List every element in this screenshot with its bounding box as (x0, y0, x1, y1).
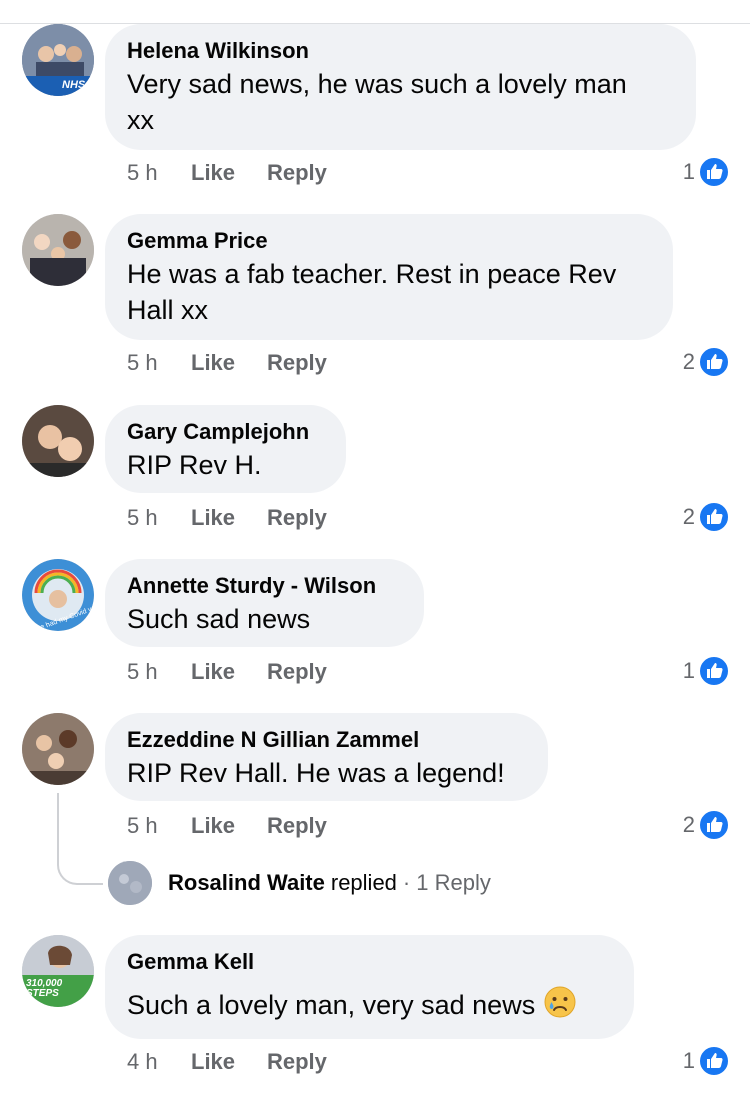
comment-text: xx (127, 105, 154, 135)
reaction-summary[interactable]: 1 (683, 654, 730, 688)
reply-button[interactable]: Reply (267, 657, 327, 687)
avatar[interactable] (108, 861, 152, 905)
comment-text: Very sad news, he was such a lovely man (127, 69, 627, 99)
comment-bubble: Helena Wilkinson Very sad news, he was s… (105, 24, 696, 150)
reaction-summary[interactable]: 2 (683, 345, 730, 379)
like-button[interactable]: Like (191, 657, 267, 687)
comment-text: RIP Rev Hall. He was a legend! (127, 758, 505, 788)
reaction-summary[interactable]: 1 (683, 1044, 730, 1078)
crying-face-emoji-icon (544, 986, 576, 1018)
svg-text:STEPS: STEPS (26, 988, 59, 999)
reaction-count: 2 (682, 504, 695, 529)
reply-button[interactable]: Reply (267, 503, 327, 533)
reply-count[interactable]: 1 Reply (416, 870, 491, 896)
like-button[interactable]: Like (191, 811, 267, 841)
commenter-name[interactable]: Gary Camplejohn (127, 417, 324, 447)
comment-actions: 5 h Like Reply (127, 657, 327, 687)
avatar[interactable] (22, 713, 94, 785)
comment-text: Hall xx (127, 295, 209, 325)
reaction-summary[interactable]: 2 (683, 500, 730, 534)
comment-text-row: Such a lovely man, very sad news (127, 985, 612, 1023)
avatar[interactable]: NHS (22, 24, 94, 96)
comment-timestamp[interactable]: 4 h (127, 1047, 191, 1077)
comment-timestamp[interactable]: 5 h (127, 657, 191, 687)
replied-label: replied (330, 870, 397, 895)
comment-bubble: Gary Camplejohn RIP Rev H. (105, 405, 346, 493)
thumbs-up-icon (698, 1045, 730, 1077)
reaction-count: 1 (682, 658, 695, 683)
view-replies-link[interactable]: Rosalind Waite replied · 1 Reply (108, 861, 491, 905)
avatar[interactable] (22, 405, 94, 477)
commenter-name[interactable]: Ezzeddine N Gillian Zammel (127, 725, 526, 755)
commenter-name[interactable]: Annette Sturdy - Wilson (127, 571, 402, 601)
svg-text:NHS: NHS (62, 79, 86, 91)
thumbs-up-icon (698, 655, 730, 687)
commenter-name[interactable]: Gemma Kell (127, 947, 612, 977)
comment-bubble: Gemma Price He was a fab teacher. Rest i… (105, 214, 673, 340)
comment-timestamp[interactable]: 5 h (127, 503, 191, 533)
reaction-count: 2 (682, 812, 695, 837)
comment-timestamp[interactable]: 5 h (127, 348, 191, 378)
separator-dot: · (402, 870, 411, 895)
comment-timestamp[interactable]: 5 h (127, 158, 191, 188)
reaction-summary[interactable]: 1 (683, 155, 730, 189)
comment-bubble: Ezzeddine N Gillian Zammel RIP Rev Hall.… (105, 713, 548, 801)
top-bar (0, 0, 750, 24)
commenter-name[interactable]: Helena Wilkinson (127, 36, 674, 66)
thumbs-up-icon (698, 346, 730, 378)
reply-button[interactable]: Reply (267, 348, 327, 378)
comment-actions: 5 h Like Reply (127, 811, 327, 841)
commenter-name[interactable]: Gemma Price (127, 226, 651, 256)
comment-bubble: Annette Sturdy - Wilson Such sad news (105, 559, 424, 647)
comment-text: Such a lovely man, very sad news (127, 990, 536, 1020)
comment-actions: 5 h Like Reply (127, 158, 327, 188)
reaction-count: 2 (682, 349, 695, 374)
reply-button[interactable]: Reply (267, 158, 327, 188)
comment-text: RIP Rev H. (127, 450, 262, 480)
reaction-count: 1 (682, 1048, 695, 1073)
avatar[interactable] (22, 214, 94, 286)
comment-actions: 5 h Like Reply (127, 348, 327, 378)
comment-timestamp[interactable]: 5 h (127, 811, 191, 841)
avatar[interactable]: I've had my Covid vaccine (22, 559, 94, 631)
comment-text: Such sad news (127, 604, 311, 634)
like-button[interactable]: Like (191, 158, 267, 188)
reaction-count: 1 (682, 159, 695, 184)
like-button[interactable]: Like (191, 503, 267, 533)
thumbs-up-icon (698, 501, 730, 533)
reply-button[interactable]: Reply (267, 811, 327, 841)
comment-text: He was a fab teacher. Rest in peace Rev (127, 259, 617, 289)
reply-author-name[interactable]: Rosalind Waite (168, 870, 325, 896)
like-button[interactable]: Like (191, 1047, 267, 1077)
thumbs-up-icon (698, 156, 730, 188)
thumbs-up-icon (698, 809, 730, 841)
reaction-summary[interactable]: 2 (683, 808, 730, 842)
avatar[interactable]: 310,000 STEPS (22, 935, 94, 1007)
reply-button[interactable]: Reply (267, 1047, 327, 1077)
thread-connector (57, 793, 103, 885)
comment-actions: 4 h Like Reply (127, 1047, 327, 1077)
like-button[interactable]: Like (191, 348, 267, 378)
comment-bubble: Gemma Kell Such a lovely man, very sad n… (105, 935, 634, 1039)
comment-actions: 5 h Like Reply (127, 503, 327, 533)
